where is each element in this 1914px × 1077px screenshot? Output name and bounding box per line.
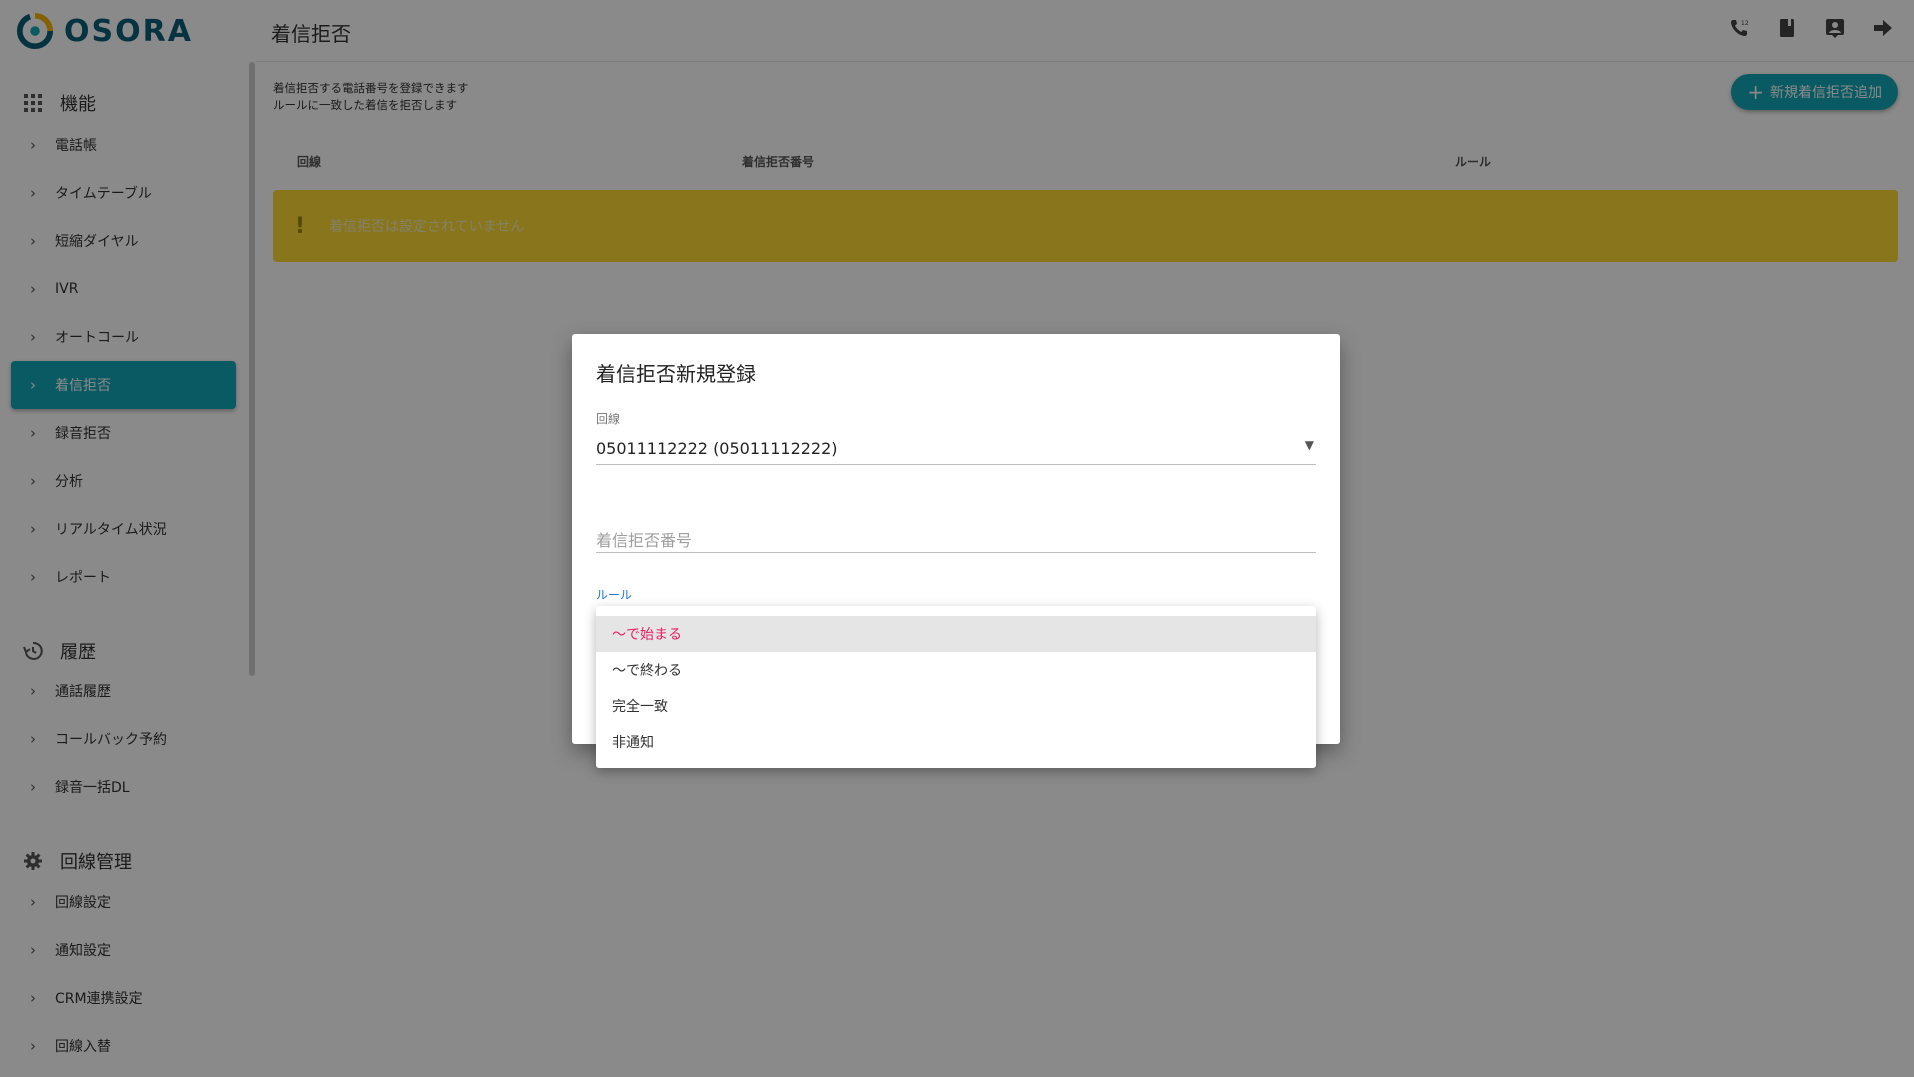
- reject-number-input[interactable]: 着信拒否番号: [596, 527, 692, 551]
- dropdown-caret-icon[interactable]: ▼: [1305, 438, 1314, 452]
- line-select[interactable]: 05011112222 (05011112222): [596, 439, 838, 458]
- rule-option-starts-with[interactable]: 〜で始まる: [596, 616, 1316, 652]
- rule-option-exact-match[interactable]: 完全一致: [596, 688, 1316, 724]
- dialog-title: 着信拒否新規登録: [596, 362, 756, 386]
- line-select-label: 回線: [596, 412, 621, 426]
- rule-dropdown-menu: 〜で始まる 〜で終わる 完全一致 非通知: [596, 606, 1316, 768]
- rule-select-label: ルール: [596, 588, 633, 602]
- rule-option-anonymous[interactable]: 非通知: [596, 724, 1316, 760]
- reject-number-underline: [596, 552, 1316, 553]
- rule-option-ends-with[interactable]: 〜で終わる: [596, 652, 1316, 688]
- line-select-underline: [596, 464, 1316, 465]
